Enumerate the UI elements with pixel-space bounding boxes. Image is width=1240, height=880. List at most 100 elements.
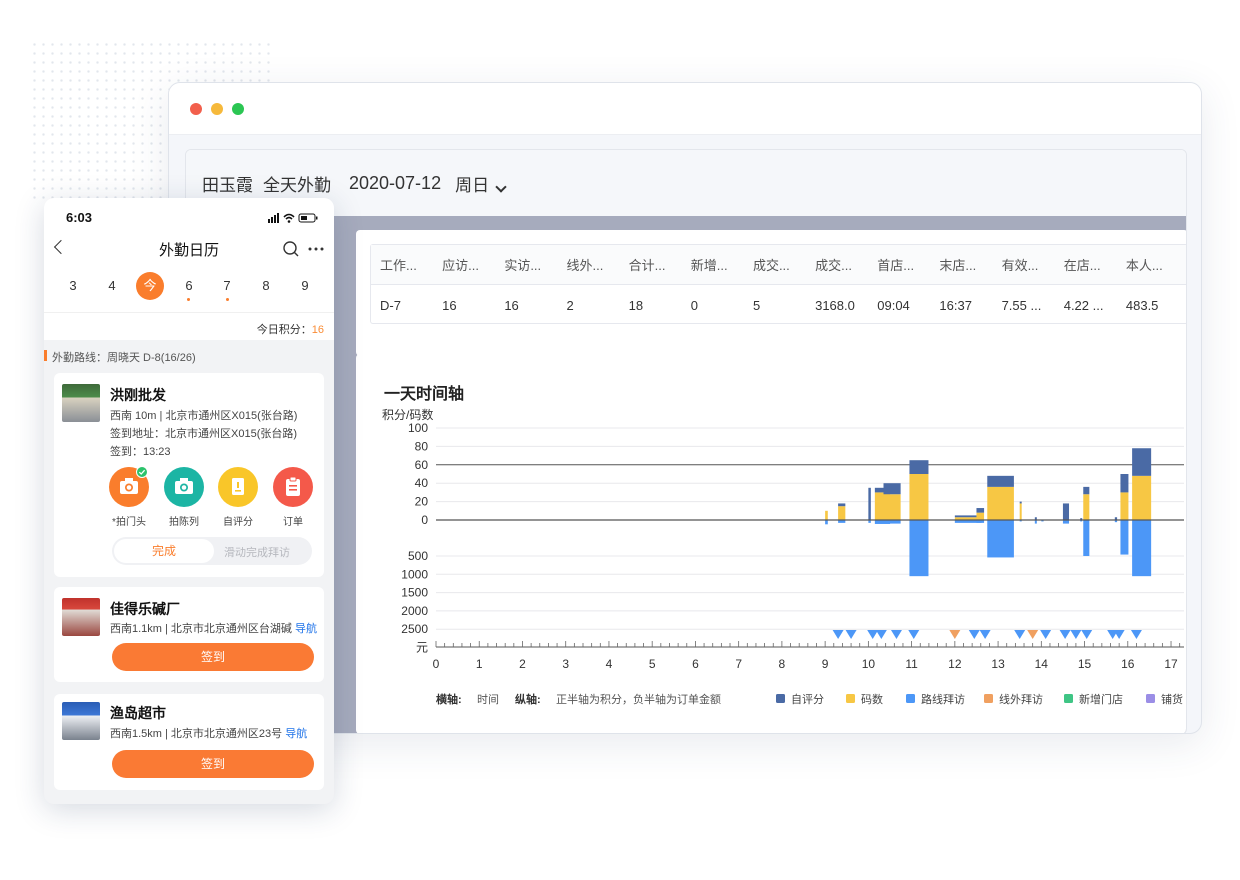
- navigate-link[interactable]: 导航: [285, 728, 307, 740]
- more-icon[interactable]: [314, 247, 318, 251]
- search-icon[interactable]: [283, 241, 297, 255]
- table-header-cell[interactable]: 线外...: [566, 255, 628, 274]
- table-header-cell[interactable]: 末店...: [939, 255, 1001, 274]
- store-card[interactable]: 佳得乐碱厂 西南1.1km | 北京市北京通州区台湖碱 导航 签到: [54, 587, 324, 682]
- y-tick-label: 60: [415, 458, 429, 472]
- self-score-bar: [1120, 474, 1129, 493]
- check-icon: [136, 465, 148, 483]
- y-tick-label: 80: [415, 439, 429, 453]
- checkin-button[interactable]: 签到: [112, 750, 314, 778]
- store-card[interactable]: 洪刚批发 西南 10m | 北京市通州区X015(张台路) 签到地址：北京市通州…: [54, 373, 324, 577]
- code-bar: [838, 506, 846, 520]
- search-icon-handle: [294, 252, 299, 257]
- day-7[interactable]: 7: [212, 278, 242, 293]
- store-name: 佳得乐碱厂: [110, 601, 180, 617]
- table-header-cell[interactable]: 本人...: [1126, 255, 1186, 274]
- maximize-dot[interactable]: [232, 103, 244, 115]
- table-cell: 18: [628, 297, 644, 313]
- table-header-cell[interactable]: 首店...: [877, 255, 939, 274]
- y-tick-label: 2500: [401, 622, 428, 636]
- today-score: 今日积分：16: [44, 312, 334, 340]
- order-bar: [987, 520, 1014, 558]
- route-accent: [44, 350, 47, 361]
- y-axis-key: 纵轴:: [515, 692, 541, 706]
- x-tick-label: 4: [606, 657, 613, 671]
- status-icons: [268, 213, 318, 223]
- minimize-dot[interactable]: [211, 103, 223, 115]
- day-3[interactable]: 3: [58, 278, 88, 293]
- order-bar: [1083, 520, 1090, 556]
- score-value: 16: [311, 324, 324, 336]
- x-tick-label: 2: [519, 657, 526, 671]
- self-score-bar: [987, 475, 1014, 487]
- day-8[interactable]: 8: [251, 278, 281, 293]
- legend-label: 新增门店: [1079, 692, 1123, 706]
- timeline-card: 一天时间轴 积分/码数 100 80 60 40 20 0 500 1000 1500 2000 2…: [356, 354, 1186, 733]
- table-header-cell[interactable]: 实访...: [504, 255, 566, 274]
- self-score-bar: [1019, 501, 1022, 504]
- self-score-button[interactable]: [218, 467, 258, 507]
- store-photo: [62, 598, 100, 636]
- table-cell: 7.55 ...: [1001, 297, 1042, 313]
- table-header-cell[interactable]: 成交...: [815, 255, 877, 274]
- complete-visit-slider[interactable]: 完成 滑动完成拜访: [112, 537, 312, 565]
- legend-swatch: [846, 694, 855, 703]
- legend-label: 码数: [861, 693, 883, 706]
- table-header-cell[interactable]: 工作...: [380, 255, 442, 274]
- table-header-cell[interactable]: 合计...: [629, 255, 691, 274]
- x-tick-label: 1: [476, 657, 483, 671]
- visit-marker: [1081, 630, 1093, 639]
- y-unit-label: 元: [416, 641, 428, 655]
- table-header-cell[interactable]: 有效...: [1002, 255, 1064, 274]
- weekday-dropdown[interactable]: 周日: [455, 171, 507, 196]
- day-today[interactable]: 今: [136, 272, 164, 300]
- weekday-label: 周日: [455, 175, 490, 195]
- report-date: 2020-07-12: [349, 172, 442, 193]
- store-card[interactable]: 渔岛超市 西南1.5km | 北京市北京通州区23号 导航 签到: [54, 694, 324, 790]
- order-bar: [1120, 520, 1129, 555]
- more-icon[interactable]: [320, 247, 324, 251]
- code-bar: [1132, 475, 1152, 520]
- legend-label: 路线拜访: [921, 692, 965, 706]
- legend-swatch: [776, 694, 785, 703]
- chevron-down-icon: [495, 180, 507, 193]
- y-tick-label: 40: [415, 476, 429, 490]
- legend-swatch: [1064, 694, 1073, 703]
- y-tick-label: 0: [421, 513, 428, 527]
- x-axis-key: 横轴:: [436, 692, 462, 706]
- day-9[interactable]: 9: [290, 278, 320, 293]
- complete-label[interactable]: 完成: [114, 539, 214, 563]
- visit-marker: [890, 630, 902, 639]
- x-tick-label: 16: [1121, 657, 1135, 671]
- x-axis-value: 时间: [477, 693, 499, 706]
- table-header-cell[interactable]: 应访...: [442, 255, 504, 274]
- visit-marker: [1130, 630, 1142, 639]
- summary-card: 工作... 应访... 实访... 线外... 合计... 新增... 成交... 成交...…: [356, 230, 1186, 356]
- visit-marker: [949, 630, 961, 639]
- self-score-bar: [1062, 503, 1070, 520]
- visit-marker: [1014, 630, 1026, 639]
- store-distance: 西南1.1km | 北京市北京通州区台湖碱: [110, 623, 292, 635]
- table-header-cell[interactable]: 新增...: [691, 255, 753, 274]
- order-button[interactable]: [273, 467, 313, 507]
- code-bar: [1120, 492, 1129, 520]
- code-bar: [909, 474, 929, 520]
- photo-display-button[interactable]: [164, 467, 204, 507]
- table-header-cell[interactable]: 成交...: [753, 255, 815, 274]
- close-dot[interactable]: [190, 103, 202, 115]
- x-tick-label: 10: [862, 657, 876, 671]
- table-header-cell[interactable]: 在店...: [1064, 255, 1126, 274]
- navigate-link[interactable]: 导航: [295, 623, 317, 635]
- order-bar: [825, 520, 828, 525]
- signal-bar: [277, 213, 279, 223]
- swipe-hint: 滑动完成拜访: [224, 547, 290, 559]
- more-icon[interactable]: [308, 247, 312, 251]
- table-cell: 483.5: [1125, 297, 1159, 313]
- visit-marker: [968, 630, 980, 639]
- day-4[interactable]: 4: [97, 278, 127, 293]
- self-score-bar: [909, 460, 929, 474]
- route-info: 外勤路线：周晓天 D-8(16/26): [44, 340, 334, 370]
- action-label: 拍陈列: [169, 517, 199, 528]
- checkin-button[interactable]: 签到: [112, 643, 314, 671]
- day-6[interactable]: 6: [174, 278, 204, 293]
